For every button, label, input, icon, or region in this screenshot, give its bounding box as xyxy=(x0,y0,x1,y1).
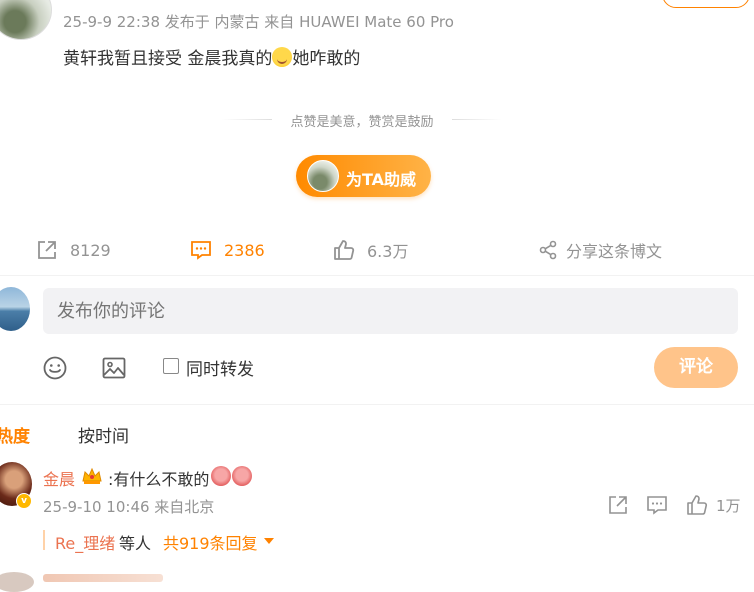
comment-author-name[interactable]: 金晨 xyxy=(43,466,75,490)
reply-indicator-bar xyxy=(43,530,45,550)
share-icon xyxy=(539,240,557,260)
comment-action[interactable]: 2386 xyxy=(190,238,265,262)
divider xyxy=(0,404,754,405)
next-comment-peek xyxy=(43,574,163,582)
shy-emoji-icon xyxy=(232,466,252,486)
submit-comment-button[interactable]: 评论 xyxy=(654,347,738,388)
post-meta: 25-9-9 22:38 发布于 内蒙古 来自 HUAWEI Mate 60 P… xyxy=(63,13,454,31)
tip-button-label: 为TA助威 xyxy=(346,170,417,189)
post-author-avatar[interactable] xyxy=(0,0,52,40)
more-replies-link[interactable]: 共919条回复 xyxy=(163,530,258,554)
divider-line-right xyxy=(452,119,502,120)
verified-badge: v xyxy=(16,493,32,509)
image-icon[interactable] xyxy=(101,355,127,381)
emoji-icon[interactable] xyxy=(42,355,68,381)
thumbs-up-icon xyxy=(334,240,355,260)
comment-repost-icon[interactable] xyxy=(607,494,629,516)
shy-emoji-icon xyxy=(211,466,231,486)
like-action[interactable]: 6.3万 xyxy=(333,238,408,262)
share-label: 分享这条博文 xyxy=(566,242,663,261)
comment-input[interactable] xyxy=(43,288,738,334)
comment-reply-icon[interactable] xyxy=(646,494,668,516)
repost-checkbox-label[interactable]: 同时转发 xyxy=(186,355,254,380)
comment-text: :有什么不敢的 xyxy=(108,470,210,489)
chevron-down-icon[interactable] xyxy=(264,538,274,544)
tip-avatar xyxy=(307,160,339,192)
next-comment-avatar[interactable] xyxy=(0,572,34,592)
repost-checkbox[interactable] xyxy=(163,358,179,374)
tab-sort-time[interactable]: 按时间 xyxy=(78,422,129,447)
tip-button[interactable]: 为TA助威 xyxy=(296,155,431,197)
share-action[interactable]: 分享这条博文 xyxy=(538,238,662,262)
post-text-after: 她咋敢的 xyxy=(292,49,361,69)
comment-count: 2386 xyxy=(224,240,265,260)
post-text: 黄轩我暂且接受 金晨我真的 她咋敢的 xyxy=(63,44,360,69)
grin-emoji-icon xyxy=(272,47,293,67)
comment-meta: 25-9-10 10:46 来自北京 xyxy=(43,498,215,516)
comment-like-icon[interactable] xyxy=(686,494,708,516)
reply-text: 等人 xyxy=(119,534,152,553)
follow-button[interactable] xyxy=(662,0,750,8)
reward-divider: 点赞是美意，赞赏是鼓励 xyxy=(222,110,502,130)
reply-user-name[interactable]: Re_理绪 xyxy=(55,530,115,554)
like-count: 6.3万 xyxy=(367,242,409,261)
crown-badge-icon xyxy=(82,467,102,484)
comment-like-count: 1万 xyxy=(716,497,741,515)
my-avatar[interactable] xyxy=(0,287,30,331)
divider xyxy=(0,275,754,276)
tab-sort-hot[interactable]: 热度 xyxy=(0,422,30,447)
repost-icon xyxy=(38,241,56,259)
comment-icon xyxy=(191,241,211,260)
reward-divider-text: 点赞是美意，赞赏是鼓励 xyxy=(290,115,434,130)
repost-count: 8129 xyxy=(70,240,111,260)
post-text-before: 黄轩我暂且接受 金晨我真的 xyxy=(63,49,273,69)
repost-action[interactable]: 8129 xyxy=(36,238,111,262)
